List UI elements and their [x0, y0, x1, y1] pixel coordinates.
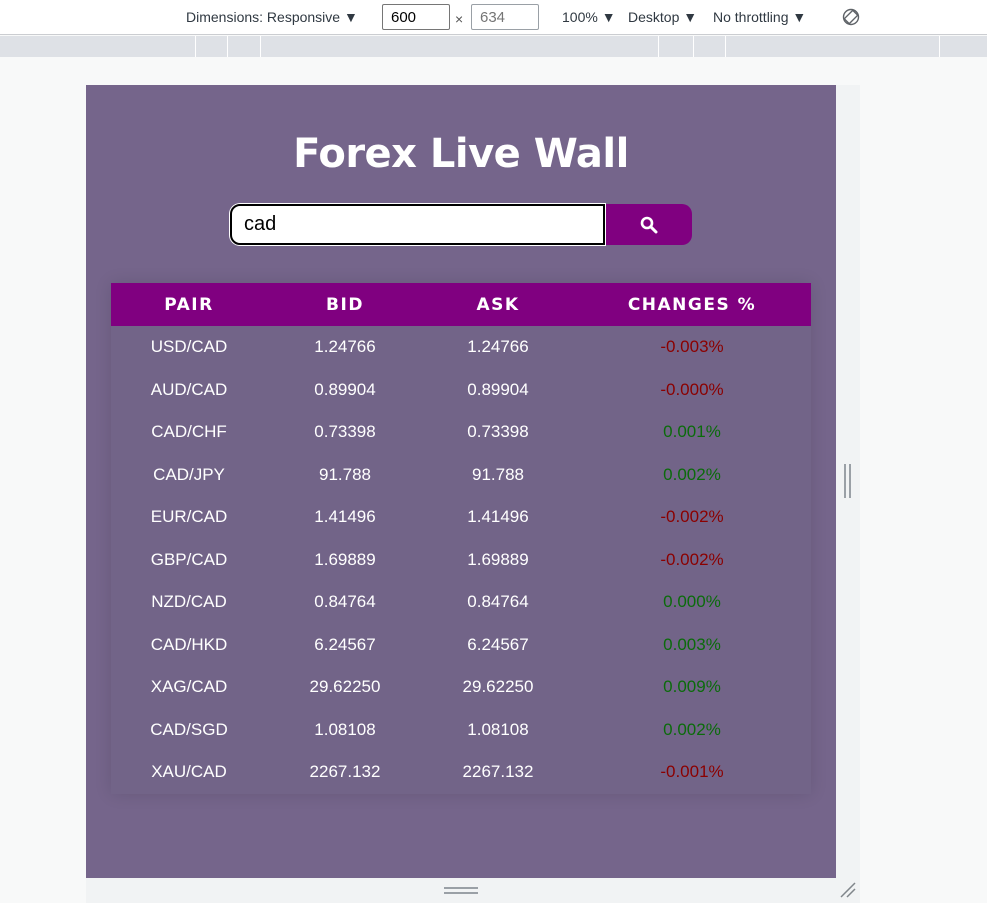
page-viewport: Forex Live Wall PAIR BID ASK CHANGES % U… — [86, 85, 836, 878]
bid-cell: 0.73398 — [314, 422, 376, 442]
bid-cell: 1.24766 — [314, 337, 376, 357]
pair-cell: AUD/CAD — [150, 379, 228, 399]
ask-cell: 2267.132 — [462, 762, 534, 782]
table-row: CAD/JPY 91.788 91.788 0.002% — [111, 454, 811, 497]
search-icon — [640, 216, 658, 234]
pair-cell: CAD/JPY — [153, 464, 225, 484]
bid-cell: 6.24567 — [314, 634, 376, 654]
pair-cell: USD/CAD — [150, 337, 228, 357]
table-row: CAD/HKD 6.24567 6.24567 0.003% — [111, 624, 811, 667]
pair-cell: XAG/CAD — [150, 677, 228, 697]
ruler-mark — [195, 36, 196, 57]
zoom-dropdown[interactable]: 100% ▼ — [562, 9, 616, 25]
dimension-separator: × — [455, 11, 464, 27]
ruler-mark — [939, 36, 940, 57]
header-changes[interactable]: CHANGES % — [573, 283, 811, 326]
throttling-dropdown[interactable]: No throttling ▼ — [713, 9, 806, 25]
viewport-height-input[interactable] — [471, 4, 539, 30]
change-cell: 0.002% — [663, 719, 721, 739]
bid-cell: 2267.132 — [309, 762, 381, 782]
table-row: GBP/CAD 1.69889 1.69889 -0.002% — [111, 539, 811, 582]
bid-cell: 29.62250 — [309, 677, 381, 697]
bottom-resize-handle[interactable] — [444, 886, 478, 896]
change-cell: -0.001% — [660, 762, 724, 782]
bid-cell: 1.41496 — [314, 507, 376, 527]
table-row: CAD/SGD 1.08108 1.08108 0.002% — [111, 709, 811, 752]
change-cell: 0.003% — [663, 634, 721, 654]
ask-cell: 29.62250 — [462, 677, 534, 697]
page-title: Forex Live Wall — [293, 131, 629, 177]
ask-cell: 1.24766 — [467, 337, 529, 357]
pair-cell: CAD/SGD — [150, 719, 228, 739]
table-row: USD/CAD 1.24766 1.24766 -0.003% — [111, 326, 811, 369]
bid-cell: 1.08108 — [314, 719, 376, 739]
media-query-ruler[interactable] — [0, 36, 987, 57]
pair-cell: GBP/CAD — [150, 549, 228, 569]
change-cell: 0.001% — [663, 422, 721, 442]
ask-cell: 0.73398 — [467, 422, 529, 442]
change-cell: 0.009% — [663, 677, 721, 697]
devtools-device-toolbar: Dimensions: Responsive ▼ × 100% ▼ Deskto… — [0, 0, 987, 35]
ruler-mark — [693, 36, 694, 57]
bid-cell: 91.788 — [319, 464, 371, 484]
ask-cell: 0.84764 — [467, 592, 529, 612]
ask-cell: 6.24567 — [467, 634, 529, 654]
ask-cell: 1.41496 — [467, 507, 529, 527]
rotate-icon[interactable] — [842, 8, 860, 26]
ruler-mark — [260, 36, 261, 57]
change-cell: -0.002% — [660, 549, 724, 569]
rates-table: PAIR BID ASK CHANGES % USD/CAD 1.24766 1.2… — [111, 283, 811, 794]
bid-cell: 0.84764 — [314, 592, 376, 612]
pair-cell: NZD/CAD — [151, 592, 227, 612]
change-cell: -0.000% — [660, 379, 724, 399]
ask-cell: 91.788 — [472, 464, 524, 484]
device-type-dropdown[interactable]: Desktop ▼ — [628, 9, 697, 25]
pair-cell: EUR/CAD — [150, 507, 228, 527]
table-header-row: PAIR BID ASK CHANGES % — [111, 283, 811, 326]
header-bid[interactable]: BID — [267, 283, 423, 326]
table-row: AUD/CAD 0.89904 0.89904 -0.000% — [111, 369, 811, 412]
ruler-mark — [227, 36, 228, 57]
ruler-mark — [725, 36, 726, 57]
table-row: NZD/CAD 0.84764 0.84764 0.000% — [111, 581, 811, 624]
corner-resize-icon[interactable] — [839, 881, 857, 899]
ask-cell: 0.89904 — [467, 379, 529, 399]
table-row: XAG/CAD 29.62250 29.62250 0.009% — [111, 666, 811, 709]
bid-cell: 0.89904 — [314, 379, 376, 399]
pair-cell: XAU/CAD — [151, 762, 227, 782]
header-ask[interactable]: ASK — [423, 283, 573, 326]
table-row: XAU/CAD 2267.132 2267.132 -0.001% — [111, 751, 811, 794]
right-resize-handle[interactable] — [843, 464, 853, 498]
search-button[interactable] — [606, 204, 692, 245]
table-row: EUR/CAD 1.41496 1.41496 -0.002% — [111, 496, 811, 539]
change-cell: -0.002% — [660, 507, 724, 527]
ruler-mark — [658, 36, 659, 57]
viewport-width-input[interactable] — [382, 4, 450, 30]
header-pair[interactable]: PAIR — [111, 283, 267, 326]
pair-cell: CAD/HKD — [150, 634, 228, 654]
search-input[interactable] — [230, 204, 605, 245]
ask-cell: 1.08108 — [467, 719, 529, 739]
pair-cell: CAD/CHF — [151, 422, 227, 442]
change-cell: 0.000% — [663, 592, 721, 612]
dimensions-dropdown[interactable]: Dimensions: Responsive ▼ — [186, 9, 358, 25]
ask-cell: 1.69889 — [467, 549, 529, 569]
change-cell: 0.002% — [663, 464, 721, 484]
rates-body: USD/CAD 1.24766 1.24766 -0.003% AUD/CAD 0.899… — [111, 326, 811, 794]
bid-cell: 1.69889 — [314, 549, 376, 569]
table-row: CAD/CHF 0.73398 0.73398 0.001% — [111, 411, 811, 454]
change-cell: -0.003% — [660, 337, 724, 357]
